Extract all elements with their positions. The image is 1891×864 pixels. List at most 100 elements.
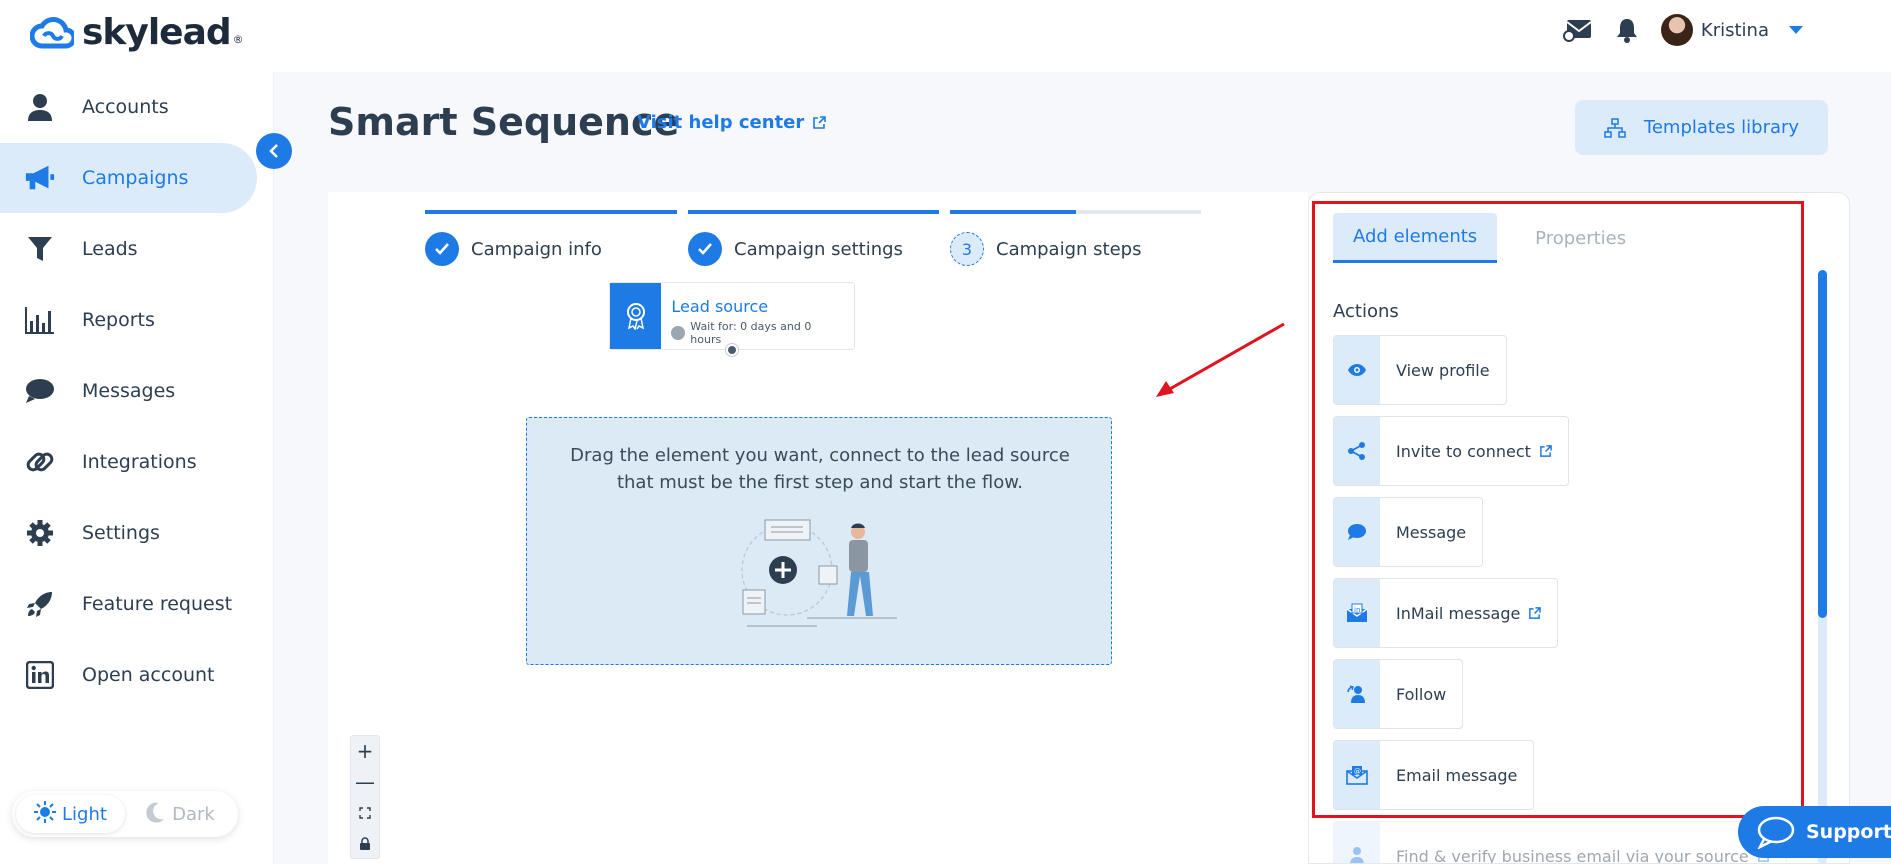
sidebar: Accounts Campaigns Leads Reports Message… [0,72,274,864]
zoom-in-icon[interactable]: + [357,739,374,763]
lead-source-wait: Wait for: 0 days and 0 hours [690,320,812,346]
award-badge-icon [610,283,662,349]
sidebar-item-label: Leads [82,238,138,260]
sidebar-item-label: Feature request [82,593,233,615]
support-button[interactable]: Support [1738,806,1891,858]
sidebar-item-accounts[interactable]: Accounts [0,72,257,142]
avatar [1660,14,1693,46]
sidebar-collapse-button[interactable] [256,133,292,169]
step-label: Campaign steps [996,238,1142,260]
sidebar-item-label: Campaigns [82,167,189,189]
eye-icon [1334,336,1380,404]
lock-icon[interactable] [359,831,371,855]
action-follow[interactable]: Follow [1333,659,1464,729]
drop-zone[interactable]: Drag the element you want, connect to th… [526,417,1112,665]
lead-source-node[interactable]: Lead source Wait for: 0 days and 0 hours [609,282,855,350]
sidebar-item-open-account[interactable]: Open account [0,640,257,710]
sidebar-item-label: Open account [82,664,215,686]
external-link-icon [813,115,827,129]
user-name: Kristina [1700,19,1769,41]
elements-panel: Add elements Properties Actions View pro… [1308,192,1850,864]
sidebar-item-label: Settings [82,522,160,544]
external-link-icon[interactable] [1539,444,1552,458]
tab-properties[interactable]: Properties [1497,213,1646,263]
skylead-logo[interactable]: skylead ® [30,12,244,53]
gear-icon [24,517,56,549]
tab-add-elements[interactable]: Add elements [1333,213,1498,263]
sun-icon [34,800,57,828]
chat-bubble-icon [24,375,56,407]
share-icon [1334,417,1380,485]
bell-icon[interactable] [1615,17,1639,43]
zoom-out-icon[interactable]: — [355,770,375,794]
step-label: Campaign info [471,238,602,260]
theme-dark-label: Dark [172,803,215,825]
sidebar-item-label: Messages [82,380,176,402]
sidebar-item-integrations[interactable]: Integrations [0,427,257,497]
templates-library-button[interactable]: Templates library [1575,100,1828,155]
check-icon [425,232,459,266]
step-campaign-steps[interactable]: 3 Campaign steps [950,232,1141,266]
email-icon: @ [1334,741,1380,809]
user-menu[interactable]: Kristina [1660,14,1803,46]
action-invite-to-connect[interactable]: Invite to connect [1333,416,1569,486]
action-label: Follow [1396,684,1447,704]
actions-section-title: Actions [1333,301,1399,322]
step-label: Campaign settings [734,238,903,260]
action-message[interactable]: Message [1333,497,1484,567]
bar-chart-icon [24,304,56,336]
step-progress-3 [950,210,1201,214]
step-campaign-settings[interactable]: Campaign settings [688,232,903,266]
theme-light-label: Light [62,803,107,825]
theme-dark-option[interactable]: Dark [125,795,234,833]
hierarchy-icon [1604,117,1626,138]
step-progress-2 [688,210,939,214]
top-bar: skylead ® Kristina [0,0,1891,72]
fit-screen-icon[interactable] [359,800,371,824]
sidebar-item-reports[interactable]: Reports [0,285,257,355]
step-number: 3 [950,232,984,266]
chevron-down-icon[interactable] [1789,26,1803,34]
funnel-icon [24,233,56,265]
panel-scrollbar-thumb[interactable] [1818,270,1827,618]
inmail-icon: in [1334,579,1380,647]
svg-text:in: in [1354,606,1360,614]
action-label: View profile [1396,360,1490,380]
brand-name: skylead [82,12,232,53]
theme-toggle[interactable]: Light Dark [12,791,238,837]
sidebar-item-settings[interactable]: Settings [0,498,257,568]
action-label: Find & verify business email via your so… [1396,846,1749,864]
inbox-icon[interactable] [1562,18,1593,42]
user-icon [24,91,56,123]
help-center-link[interactable]: Visit help center [637,112,827,133]
external-link-icon[interactable] [1528,606,1542,620]
cloud-logo-icon [30,16,74,48]
theme-light-option[interactable]: Light [16,795,125,833]
drop-zone-text: Drag the element you want, connect to th… [570,445,1070,493]
lead-source-title: Lead source [671,297,769,316]
moon-icon [144,801,166,828]
sidebar-item-leads[interactable]: Leads [0,214,257,284]
action-find-verify-email[interactable]: Find & verify business email via your so… [1333,821,1787,864]
chat-bubble-icon [1334,498,1380,566]
action-view-profile[interactable]: View profile [1333,335,1507,405]
annotation-arrow-icon [1156,322,1285,397]
lead-source-connector[interactable] [726,344,738,356]
panel-scrollbar[interactable] [1818,270,1827,864]
chevron-left-icon [269,144,278,158]
megaphone-icon [24,162,56,194]
person-search-icon [1334,822,1380,863]
action-email-message[interactable]: @ Email message [1333,740,1535,810]
step-campaign-info[interactable]: Campaign info [425,232,602,266]
svg-text:@: @ [1354,768,1361,776]
action-label: InMail message [1396,603,1521,623]
clock-icon [671,326,686,340]
sidebar-item-feature-request[interactable]: Feature request [0,569,257,639]
sidebar-item-campaigns[interactable]: Campaigns [0,143,257,213]
brand-reg-mark: ® [232,33,244,46]
action-inmail-message[interactable]: in InMail message [1333,578,1559,648]
templates-library-label: Templates library [1643,117,1800,138]
linkedin-icon [24,659,56,691]
sidebar-item-messages[interactable]: Messages [0,356,257,426]
help-center-label: Visit help center [637,112,805,133]
